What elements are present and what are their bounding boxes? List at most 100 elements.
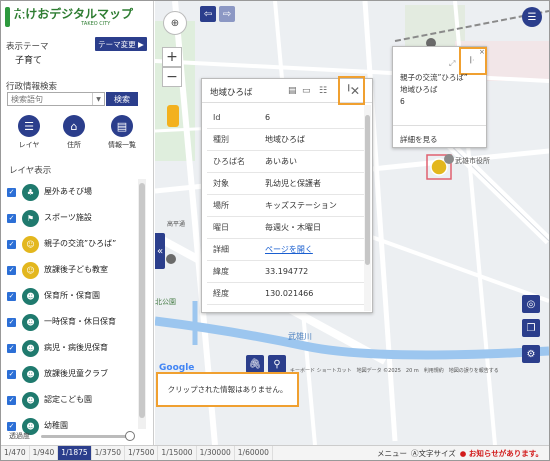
clip-icon[interactable]: 🖇 [246, 355, 264, 373]
card-icon[interactable]: ▭ [302, 86, 311, 96]
footer-menu-link[interactable]: メニュー [377, 448, 407, 459]
checkbox-checked-icon[interactable]: ✓ [7, 187, 16, 197]
checkbox-checked-icon[interactable]: ✓ [7, 239, 16, 249]
scale-option[interactable]: 1/3750 [92, 446, 126, 460]
row-value: 130.021466 [265, 289, 314, 298]
scale-option[interactable]: 1/470 [1, 446, 30, 460]
compass-icon[interactable]: ⊕ [163, 11, 187, 35]
back-arrow-icon[interactable]: ⇦ [200, 6, 216, 22]
row-value: あいあい [265, 157, 297, 166]
layer-item[interactable]: ✓ ♣ 屋外あそび場 [7, 179, 139, 205]
app-logo[interactable]: たけおデジタルマップ TAKEO CITY [5, 5, 133, 29]
forward-arrow-icon[interactable]: ⇨ [219, 6, 235, 22]
locate-icon[interactable]: ◎ [522, 295, 540, 313]
layer-item[interactable]: ✓ ☻ 放課後児童クラブ [7, 361, 139, 387]
nav-list-label: 情報一覧 [108, 141, 136, 149]
layer-item[interactable]: ✓ ☺ 親子の交流”ひろば” [7, 231, 139, 257]
checkbox-checked-icon[interactable]: ✓ [7, 265, 16, 275]
notice-link[interactable]: ● お知らせがあります。 [460, 448, 543, 459]
layer-item[interactable]: ✓ ⚑ スポーツ施設 [7, 205, 139, 231]
table-view-icon[interactable]: ☷ [319, 86, 327, 96]
detail-page-link[interactable]: ページを開く [265, 244, 313, 255]
info-popup: 地域ひろば ▤ ▭ ☷ ✕ 𝄆 Id 6 種別 地域ひろば ひろば名 あいあい 対象乳… [201, 76, 373, 313]
theme-change-button[interactable]: テーマ変更 ▶ [95, 37, 147, 51]
popup-row: Id 6 [207, 107, 367, 129]
slider-knob[interactable] [125, 431, 135, 441]
scale-option[interactable]: 1/15000 [158, 446, 197, 460]
layer-item[interactable]: ✓ ☺ 放課後子ども教室 [7, 257, 139, 283]
layer-item[interactable]: ✓ ☻ 病児・病後児保育 [7, 335, 139, 361]
collapse-sidebar-icon[interactable]: « [155, 233, 165, 269]
home-icon: ⌂ [63, 115, 85, 137]
share-icon[interactable]: ⤢ [449, 59, 455, 69]
clip-highlight[interactable]: 𝄆 [338, 76, 365, 105]
layer-name: スポーツ施設 [44, 213, 92, 222]
paperclip-icon[interactable]: 𝄆 [470, 56, 474, 66]
family-icon: ☺ [22, 235, 39, 253]
layers-icon[interactable]: ❐ [522, 319, 540, 337]
menu-icon[interactable]: ☰ [522, 7, 542, 27]
print-icon[interactable]: ▤ [288, 86, 297, 96]
row-value: 地域ひろば [265, 135, 305, 144]
scale-option[interactable]: 1/60000 [235, 446, 273, 460]
scale-option-active[interactable]: 1/1875 [58, 446, 92, 460]
nursery-icon: ☻ [22, 339, 39, 357]
layer-item[interactable]: ✓ ☻ 認定こども園 [7, 387, 139, 413]
opacity-slider[interactable] [41, 431, 135, 441]
table-icon: ▤ [111, 115, 133, 137]
logo-mark-icon [5, 7, 24, 27]
paperclip-icon[interactable]: 𝄆 [348, 84, 352, 94]
nursery-icon: ☻ [22, 287, 39, 305]
nav-address-label: 住所 [67, 141, 81, 149]
logo-subtext: TAKEO CITY [81, 20, 111, 27]
scale-option[interactable]: 1/940 [30, 446, 59, 460]
scrollbar-thumb[interactable] [365, 115, 370, 265]
scale-option[interactable]: 1/7500 [125, 446, 159, 460]
nursery-icon: ☻ [22, 313, 39, 331]
sidebar: たけおデジタルマップ TAKEO CITY 表示テーマ テーマ変更 ▶ 子育て … [1, 1, 154, 445]
notice-text: お知らせがあります。 [468, 448, 543, 458]
layer-item[interactable]: ✓ ☻ 一時保育・休日保育 [7, 309, 139, 335]
search-input[interactable] [8, 94, 92, 104]
search-button[interactable]: 検索 [106, 92, 138, 106]
logo-text: たけおデジタルマップ [13, 6, 133, 21]
checkbox-checked-icon[interactable]: ✓ [7, 213, 16, 223]
popup-row: 詳細 ページを開く [207, 239, 367, 261]
popup-title: 地域ひろば [210, 88, 253, 98]
checkbox-checked-icon[interactable]: ✓ [7, 291, 16, 301]
popup-row: 緯度 33.194772 [207, 261, 367, 283]
view-detail-link[interactable]: 詳細を見る [400, 135, 438, 145]
font-size-link[interactable]: Ⓐ文字サイズ [411, 448, 456, 459]
clip-highlight[interactable]: 𝄆 [459, 47, 487, 75]
map-attribution[interactable]: キーボード ショートカット 地図データ ©2025 20 m 利用規約 地図の誤… [290, 367, 499, 374]
settings-gear-icon[interactable]: ⚙ [522, 345, 540, 363]
opacity-label: 透過度 [9, 432, 30, 440]
search-dropdown-icon[interactable]: ▼ [92, 93, 104, 105]
nav-address-button[interactable]: ⌂ 住所 [59, 115, 89, 150]
search-label: 行政情報検索 [6, 82, 58, 92]
popup-row: 種別 地域ひろば [207, 129, 367, 151]
checkbox-checked-icon[interactable]: ✓ [7, 395, 16, 405]
nav-list-button[interactable]: ▤ 情報一覧 [107, 115, 137, 150]
row-key: 緯度 [213, 267, 229, 276]
layer-item[interactable]: ✓ ☻ 保育所・保育園 [7, 283, 139, 309]
checkbox-checked-icon[interactable]: ✓ [7, 343, 16, 353]
checkbox-checked-icon[interactable]: ✓ [7, 317, 16, 327]
street-view-pegman-icon[interactable] [167, 105, 179, 127]
mini-popup-line3: 6 [400, 97, 405, 106]
scale-bar: 1/470 1/940 1/1875 1/3750 1/7500 1/15000… [1, 445, 549, 460]
zoom-out-button[interactable]: − [162, 67, 182, 87]
playground-icon: ♣ [22, 183, 39, 201]
zoom-in-button[interactable]: + [162, 47, 182, 67]
pin-icon[interactable]: ⚲ [268, 355, 286, 373]
popup-scrollbar[interactable] [364, 105, 371, 311]
checkbox-checked-icon[interactable]: ✓ [7, 369, 16, 379]
row-key: 詳細 [213, 245, 229, 254]
scrollbar-thumb[interactable] [139, 183, 145, 418]
row-key: 対象 [213, 179, 229, 188]
nav-layer-button[interactable]: ☰ レイヤ [14, 115, 44, 150]
scale-option[interactable]: 1/30000 [197, 446, 235, 460]
checkbox-checked-icon[interactable]: ✓ [7, 421, 16, 431]
nav-layer-label: レイヤ [18, 141, 40, 149]
layer-scrollbar[interactable] [138, 179, 146, 429]
